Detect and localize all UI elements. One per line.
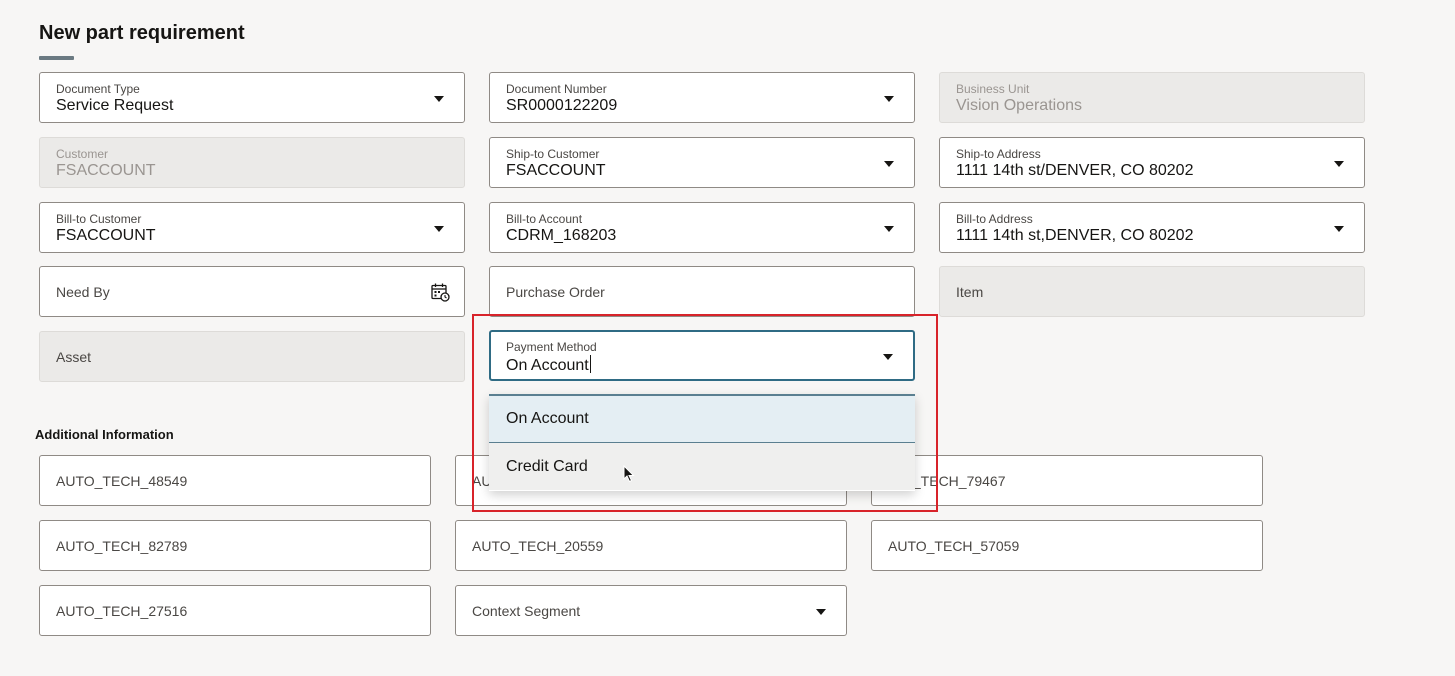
chevron-down-icon[interactable] — [884, 225, 894, 232]
payment-method-select[interactable]: Payment Method On Account — [489, 330, 915, 381]
bill-to-account-label: Bill-to Account — [506, 212, 583, 226]
item-field: Item — [939, 266, 1365, 317]
bill-to-customer-select[interactable]: Bill-to Customer FSACCOUNT — [39, 202, 465, 253]
bill-to-customer-label: Bill-to Customer — [56, 212, 142, 226]
additional-field-4-value: AUTO_TECH_82789 — [56, 537, 188, 554]
bill-to-address-value: 1111 14th st,DENVER, CO 80202 — [956, 227, 1194, 244]
business-unit-label: Business Unit — [956, 82, 1030, 96]
additional-field-1-value: AUTO_TECH_48549 — [56, 472, 188, 489]
ship-to-address-select[interactable]: Ship-to Address 1111 14th st/DENVER, CO … — [939, 137, 1365, 188]
context-segment-select[interactable]: Context Segment — [455, 585, 847, 636]
asset-placeholder: Asset — [56, 348, 92, 365]
customer-field: Customer FSACCOUNT — [39, 137, 465, 188]
additional-field-7-value: AUTO_TECH_27516 — [56, 602, 188, 619]
chevron-down-icon[interactable] — [434, 225, 444, 232]
bill-to-account-value: CDRM_168203 — [506, 227, 617, 244]
bill-to-customer-value: FSACCOUNT — [56, 227, 156, 244]
purchase-order-placeholder: Purchase Order — [506, 283, 605, 300]
ship-to-address-label: Ship-to Address — [956, 147, 1041, 161]
additional-field-5[interactable]: AUTO_TECH_20559 — [455, 520, 847, 571]
chevron-down-icon[interactable] — [1334, 160, 1344, 167]
dropdown-option-label: Credit Card — [506, 457, 588, 475]
purchase-order-field[interactable]: Purchase Order — [489, 266, 915, 317]
document-type-select[interactable]: Document Type Service Request — [39, 72, 465, 123]
chevron-down-icon[interactable] — [434, 95, 444, 102]
ship-to-customer-select[interactable]: Ship-to Customer FSACCOUNT — [489, 137, 915, 188]
additional-field-1[interactable]: AUTO_TECH_48549 — [39, 455, 431, 506]
document-number-value: SR0000122209 — [506, 97, 618, 114]
document-number-label: Document Number — [506, 82, 607, 96]
document-number-select[interactable]: Document Number SR0000122209 — [489, 72, 915, 123]
dropdown-option-credit-card[interactable]: Credit Card — [489, 443, 915, 490]
business-unit-field: Business Unit Vision Operations — [939, 72, 1365, 123]
chevron-down-icon[interactable] — [884, 160, 894, 167]
payment-method-dropdown: On Account Credit Card — [489, 394, 915, 491]
payment-method-label: Payment Method — [506, 340, 597, 354]
customer-label: Customer — [56, 147, 109, 161]
chevron-down-icon[interactable] — [816, 608, 826, 615]
context-segment-value: Context Segment — [472, 602, 581, 619]
bill-to-account-select[interactable]: Bill-to Account CDRM_168203 — [489, 202, 915, 253]
additional-field-4[interactable]: AUTO_TECH_82789 — [39, 520, 431, 571]
asset-field: Asset — [39, 331, 465, 382]
ship-to-customer-label: Ship-to Customer — [506, 147, 600, 161]
additional-information-title: Additional Information — [35, 427, 174, 442]
ship-to-customer-value: FSACCOUNT — [506, 162, 606, 179]
additional-field-3[interactable]: O_TECH_79467 — [871, 455, 1263, 506]
need-by-placeholder: Need By — [56, 283, 110, 300]
chevron-down-icon[interactable] — [884, 95, 894, 102]
calendar-icon[interactable] — [430, 282, 450, 302]
need-by-date-field[interactable]: Need By — [39, 266, 465, 317]
additional-field-7[interactable]: AUTO_TECH_27516 — [39, 585, 431, 636]
mouse-pointer-icon — [623, 465, 635, 483]
bill-to-address-label: Bill-to Address — [956, 212, 1033, 226]
additional-field-6-value: AUTO_TECH_57059 — [888, 537, 1020, 554]
page-title: New part requirement — [39, 22, 245, 44]
additional-field-3-value: O_TECH_79467 — [902, 472, 1006, 489]
chevron-down-icon[interactable] — [883, 353, 893, 360]
payment-method-value-text: On Account — [506, 357, 589, 374]
text-cursor — [589, 355, 591, 373]
item-placeholder: Item — [956, 283, 984, 300]
dropdown-option-on-account[interactable]: On Account — [489, 396, 915, 443]
business-unit-value: Vision Operations — [956, 97, 1082, 114]
ship-to-address-value: 1111 14th st/DENVER, CO 80202 — [956, 162, 1194, 179]
document-type-label: Document Type — [56, 82, 140, 96]
additional-field-5-value: AUTO_TECH_20559 — [472, 537, 604, 554]
dropdown-option-label: On Account — [506, 410, 589, 427]
title-underline — [39, 56, 74, 60]
payment-method-value: On Account — [506, 355, 591, 375]
customer-value: FSACCOUNT — [56, 162, 156, 179]
additional-field-6[interactable]: AUTO_TECH_57059 — [871, 520, 1263, 571]
document-type-value: Service Request — [56, 97, 174, 114]
chevron-down-icon[interactable] — [1334, 225, 1344, 232]
bill-to-address-select[interactable]: Bill-to Address 1111 14th st,DENVER, CO … — [939, 202, 1365, 253]
